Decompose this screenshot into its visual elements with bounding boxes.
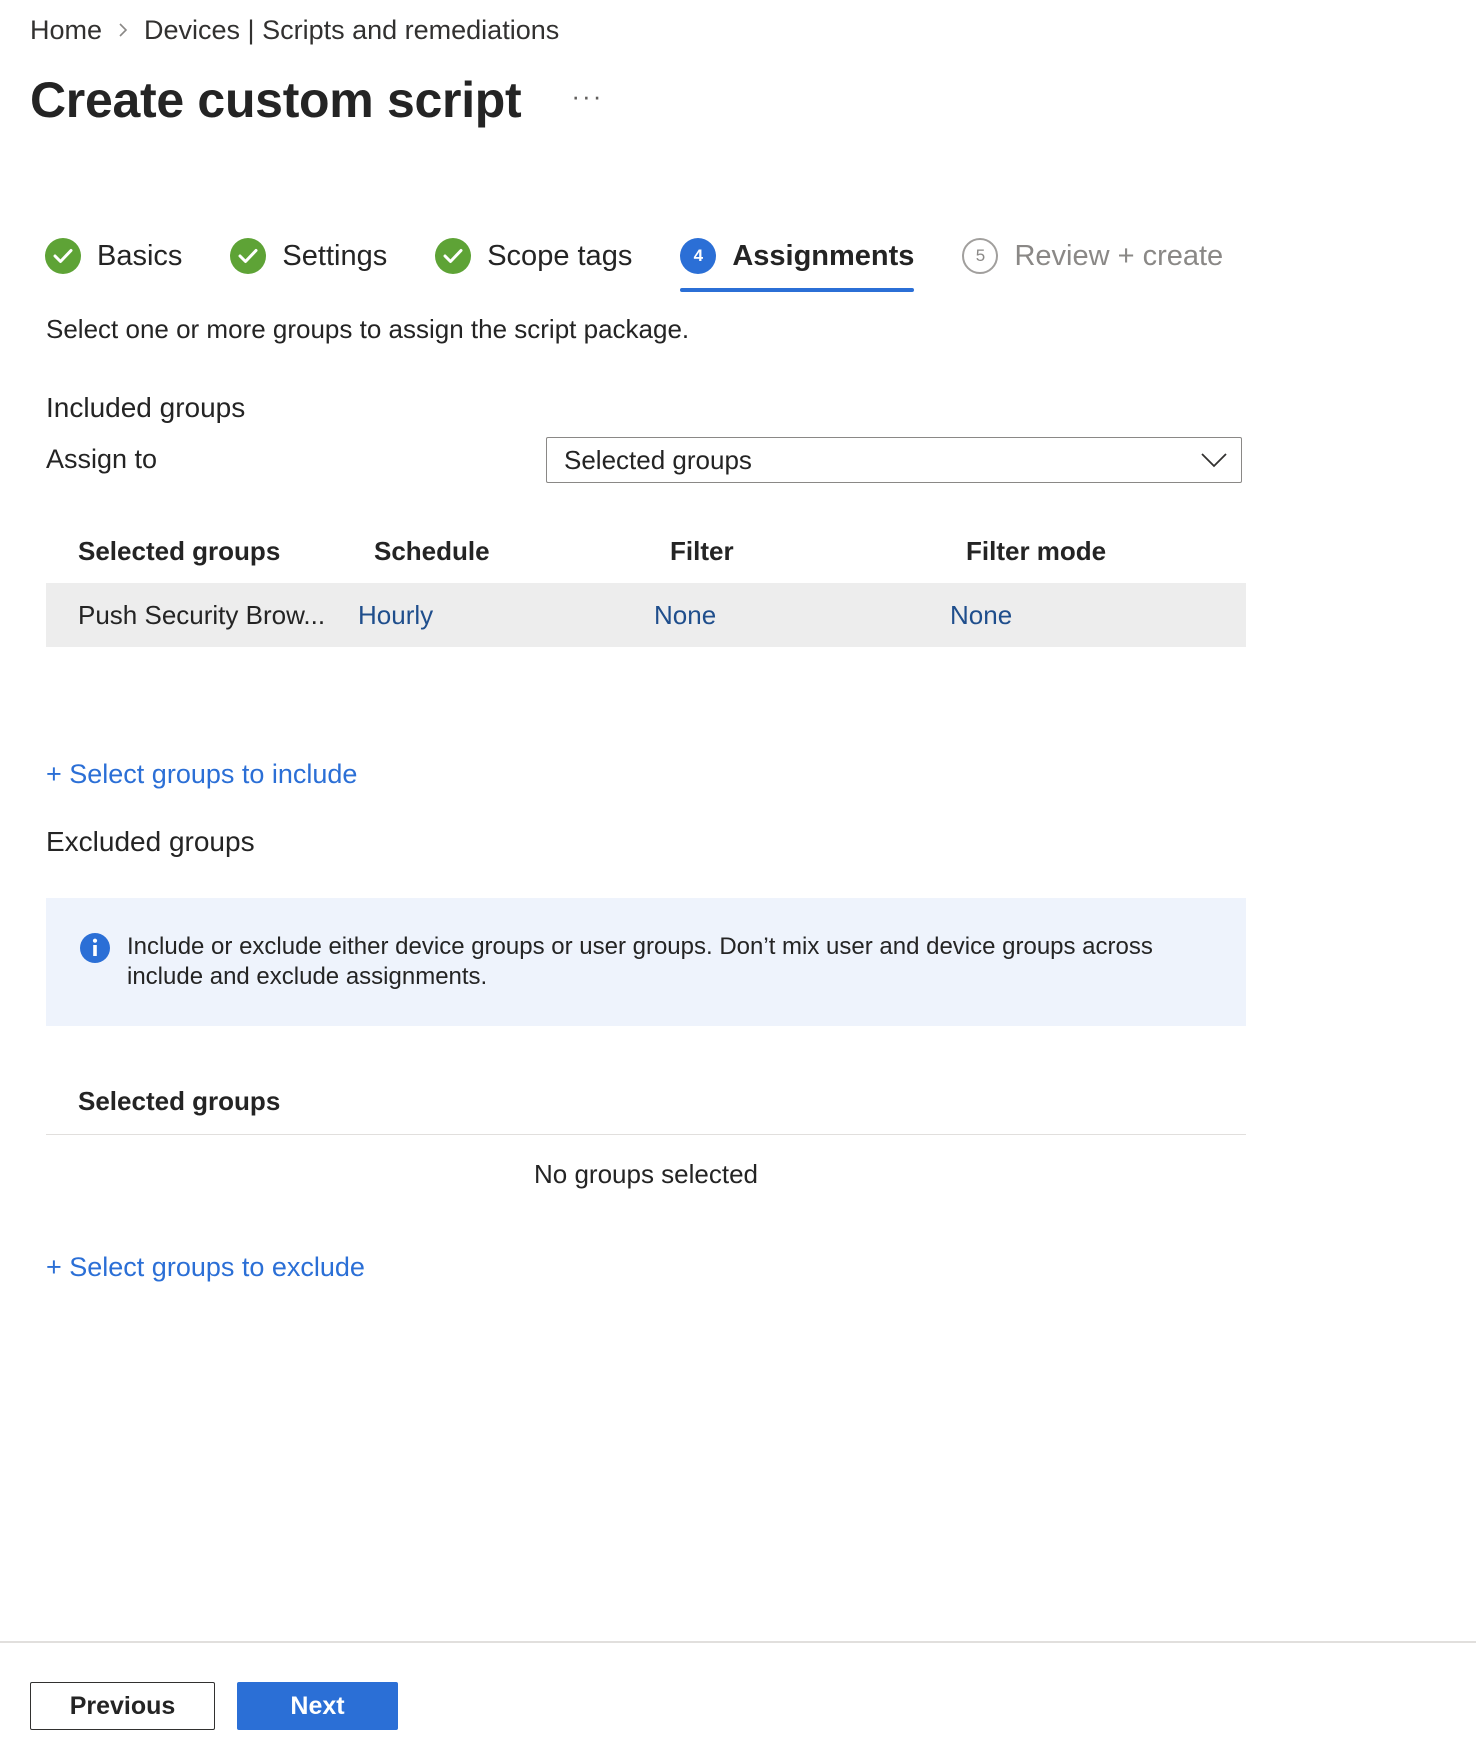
step-label: Scope tags xyxy=(487,239,633,272)
step-number-badge: 4 xyxy=(680,238,717,274)
more-options-button[interactable]: ··· xyxy=(571,81,603,112)
title-row: Create custom script ··· xyxy=(30,65,603,135)
page-title: Create custom script xyxy=(30,72,522,128)
step-assignments[interactable]: 4 Assignments xyxy=(680,228,915,292)
table-row[interactable]: Push Security Brow... Hourly None None xyxy=(46,583,1246,647)
filter-mode-link[interactable]: None xyxy=(934,600,1246,631)
step-review-create[interactable]: 5 Review + create xyxy=(962,228,1223,284)
table-header: Selected groups Schedule Filter Filter m… xyxy=(46,519,1246,583)
wizard-steps: Basics Settings Scope tags 4 Assignments… xyxy=(45,228,1271,294)
chevron-down-icon xyxy=(1201,452,1227,468)
excluded-groups-table: Selected groups No groups selected xyxy=(46,1068,1246,1190)
footer-divider xyxy=(0,1641,1476,1643)
table-header: Selected groups xyxy=(46,1068,1246,1135)
breadcrumb: Home Devices | Scripts and remediations xyxy=(30,10,559,50)
included-groups-table: Selected groups Schedule Filter Filter m… xyxy=(46,519,1246,647)
breadcrumb-home[interactable]: Home xyxy=(30,15,102,46)
create-custom-script-page: Home Devices | Scripts and remediations … xyxy=(0,0,1476,1758)
empty-state-text: No groups selected xyxy=(533,1159,759,1189)
checkmark-icon xyxy=(435,238,472,274)
next-button[interactable]: Next xyxy=(237,1682,398,1730)
assign-to-dropdown[interactable]: Selected groups xyxy=(546,437,1242,483)
select-groups-to-exclude-link[interactable]: + Select groups to exclude xyxy=(46,1252,365,1283)
step-label: Assignments xyxy=(732,239,915,272)
breadcrumb-devices-scripts[interactable]: Devices | Scripts and remediations xyxy=(144,15,559,46)
group-name-cell: Push Security Brow... xyxy=(78,599,326,630)
step-basics[interactable]: Basics xyxy=(45,228,182,284)
schedule-link[interactable]: Hourly xyxy=(342,600,638,631)
checkmark-icon xyxy=(230,238,267,274)
info-message-bar: Include or exclude either device groups … xyxy=(46,898,1246,1026)
column-header-filter: Filter xyxy=(670,535,734,566)
column-header-filter-mode: Filter mode xyxy=(966,535,1107,566)
included-groups-heading: Included groups xyxy=(46,392,246,423)
checkmark-icon xyxy=(45,238,81,274)
step-label: Basics xyxy=(97,239,183,272)
assignments-description: Select one or more groups to assign the … xyxy=(46,314,690,344)
chevron-right-icon xyxy=(118,23,128,37)
step-scope-tags[interactable]: Scope tags xyxy=(435,228,632,284)
column-header-selected-groups: Selected groups xyxy=(78,535,281,566)
previous-button[interactable]: Previous xyxy=(30,1682,215,1730)
excluded-groups-heading: Excluded groups xyxy=(46,826,255,857)
assign-to-value: Selected groups xyxy=(564,444,752,475)
step-label: Review + create xyxy=(1014,239,1224,272)
step-label: Settings xyxy=(282,239,388,272)
step-number-badge: 5 xyxy=(962,238,999,274)
step-settings[interactable]: Settings xyxy=(230,228,387,284)
info-message-text: Include or exclude either device groups … xyxy=(127,933,1153,990)
select-groups-to-include-link[interactable]: + Select groups to include xyxy=(46,759,357,790)
filter-link[interactable]: None xyxy=(638,600,934,631)
assign-to-label: Assign to xyxy=(46,444,158,474)
info-icon xyxy=(79,932,111,969)
column-header-schedule: Schedule xyxy=(374,535,490,566)
column-header-selected-groups: Selected groups xyxy=(78,1085,281,1116)
